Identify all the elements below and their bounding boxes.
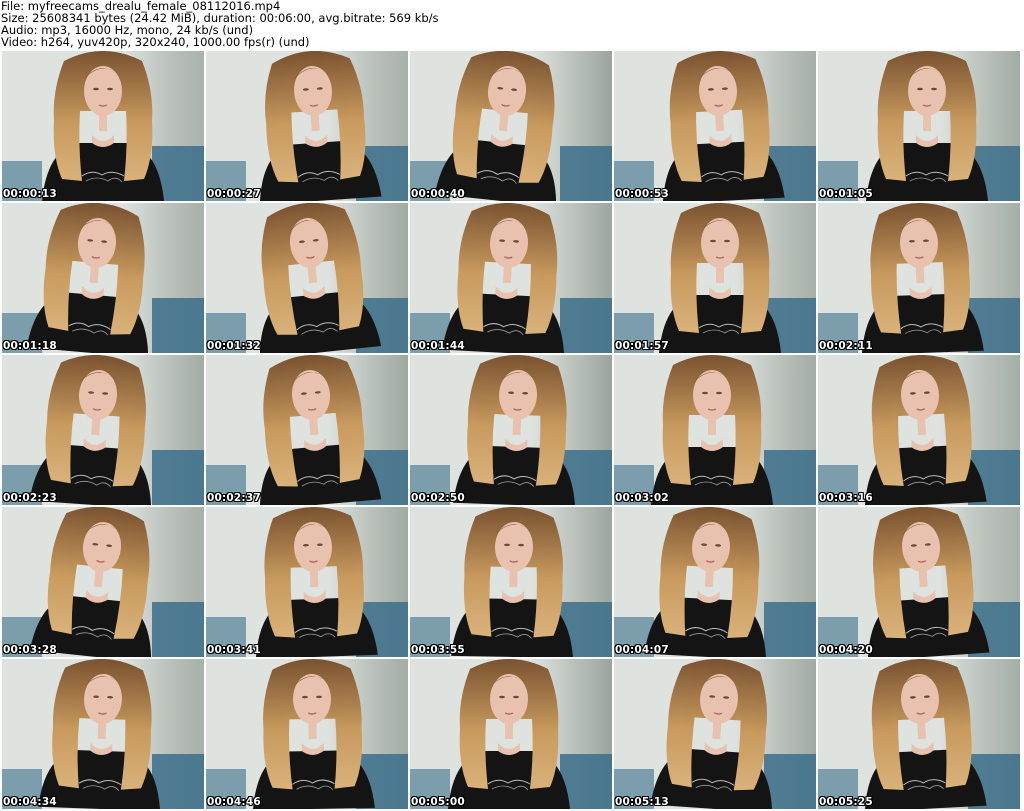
thumbnail-timestamp: 00:02:11 (819, 340, 873, 352)
video-thumbnail: 00:03:02 (614, 355, 816, 505)
thumbnail-frame-image (206, 355, 408, 505)
thumbnail-timestamp: 00:00:53 (615, 188, 669, 200)
thumbnail-timestamp: 00:00:27 (207, 188, 261, 200)
video-thumbnail: 00:00:13 (2, 51, 204, 201)
thumbnail-timestamp: 00:02:23 (3, 492, 57, 504)
thumbnail-timestamp: 00:04:07 (615, 644, 669, 656)
thumbnail-timestamp: 00:01:57 (615, 340, 669, 352)
video-thumbnail: 00:04:07 (614, 507, 816, 657)
thumbnail-frame-image (2, 507, 204, 657)
thumbnail-timestamp: 00:01:18 (3, 340, 57, 352)
video-thumbnail: 00:00:40 (410, 51, 612, 201)
thumbnail-frame-image (2, 51, 204, 201)
thumbnail-frame-image (614, 51, 816, 201)
thumbnail-frame-image (818, 507, 1020, 657)
thumbnail-frame-image (818, 659, 1020, 809)
video-thumbnail: 00:01:05 (818, 51, 1020, 201)
file-info-header: File: myfreecams_drealu_female_08112016.… (1, 0, 1021, 50)
video-thumbnail: 00:04:20 (818, 507, 1020, 657)
thumbnail-timestamp: 00:03:28 (3, 644, 57, 656)
video-thumbnail: 00:02:50 (410, 355, 612, 505)
thumbnail-frame-image (410, 507, 612, 657)
video-thumbnail: 00:05:13 (614, 659, 816, 809)
thumbnail-timestamp: 00:04:20 (819, 644, 873, 656)
thumbnail-timestamp: 00:05:13 (615, 796, 669, 808)
thumbnail-timestamp: 00:00:13 (3, 188, 57, 200)
thumbnail-timestamp: 00:02:50 (411, 492, 465, 504)
thumbnail-frame-image (410, 355, 612, 505)
thumbnail-frame-image (410, 659, 612, 809)
thumbnail-timestamp: 00:03:02 (615, 492, 669, 504)
thumbnail-timestamp: 00:02:37 (207, 492, 261, 504)
video-thumbnail: 00:04:46 (206, 659, 408, 809)
thumbnail-frame-image (818, 203, 1020, 353)
video-info-line: Video: h264, yuv420p, 320x240, 1000.00 f… (1, 35, 310, 49)
thumbnail-timestamp: 00:00:40 (411, 188, 465, 200)
thumbnail-frame-image (410, 203, 612, 353)
video-thumbnail: 00:03:41 (206, 507, 408, 657)
video-thumbnail: 00:00:53 (614, 51, 816, 201)
thumbnail-timestamp: 00:01:32 (207, 340, 261, 352)
video-thumbnail: 00:05:25 (818, 659, 1020, 809)
thumbnail-frame-image (614, 507, 816, 657)
thumbnail-timestamp: 00:04:34 (3, 796, 57, 808)
video-thumbnail: 00:00:27 (206, 51, 408, 201)
thumbnail-frame-image (614, 659, 816, 809)
video-thumbnail: 00:03:55 (410, 507, 612, 657)
thumbnail-frame-image (206, 203, 408, 353)
thumbnail-frame-image (206, 51, 408, 201)
thumbnail-timestamp: 00:05:00 (411, 796, 465, 808)
video-thumbnail: 00:01:44 (410, 203, 612, 353)
thumbnail-frame-image (206, 507, 408, 657)
thumbnail-timestamp: 00:03:41 (207, 644, 261, 656)
video-thumbnail: 00:01:57 (614, 203, 816, 353)
thumbnail-frame-image (410, 51, 612, 201)
video-thumbnail: 00:02:37 (206, 355, 408, 505)
video-thumbnail: 00:02:23 (2, 355, 204, 505)
video-thumbnail: 00:04:34 (2, 659, 204, 809)
video-thumbnail: 00:01:32 (206, 203, 408, 353)
thumbnail-frame-image (614, 203, 816, 353)
thumbnail-timestamp: 00:01:05 (819, 188, 873, 200)
thumbnail-timestamp: 00:05:25 (819, 796, 873, 808)
thumbnail-frame-image (2, 659, 204, 809)
video-thumbnail: 00:05:00 (410, 659, 612, 809)
thumbnail-frame-image (614, 355, 816, 505)
thumbnail-timestamp: 00:03:55 (411, 644, 465, 656)
video-thumbnail: 00:01:18 (2, 203, 204, 353)
thumbnail-frame-image (2, 203, 204, 353)
thumbnail-grid: 00:00:13 00:00:27 00:00:40 00:00:53 00:01:05… (2, 51, 1024, 811)
thumbnail-timestamp: 00:04:46 (207, 796, 261, 808)
thumbnail-frame-image (818, 51, 1020, 201)
video-thumbnail: 00:03:28 (2, 507, 204, 657)
thumbnail-frame-image (818, 355, 1020, 505)
video-thumbnail: 00:02:11 (818, 203, 1020, 353)
thumbnail-frame-image (2, 355, 204, 505)
thumbnail-frame-image (206, 659, 408, 809)
video-thumbnail: 00:03:16 (818, 355, 1020, 505)
thumbnail-timestamp: 00:03:16 (819, 492, 873, 504)
thumbnail-timestamp: 00:01:44 (411, 340, 465, 352)
